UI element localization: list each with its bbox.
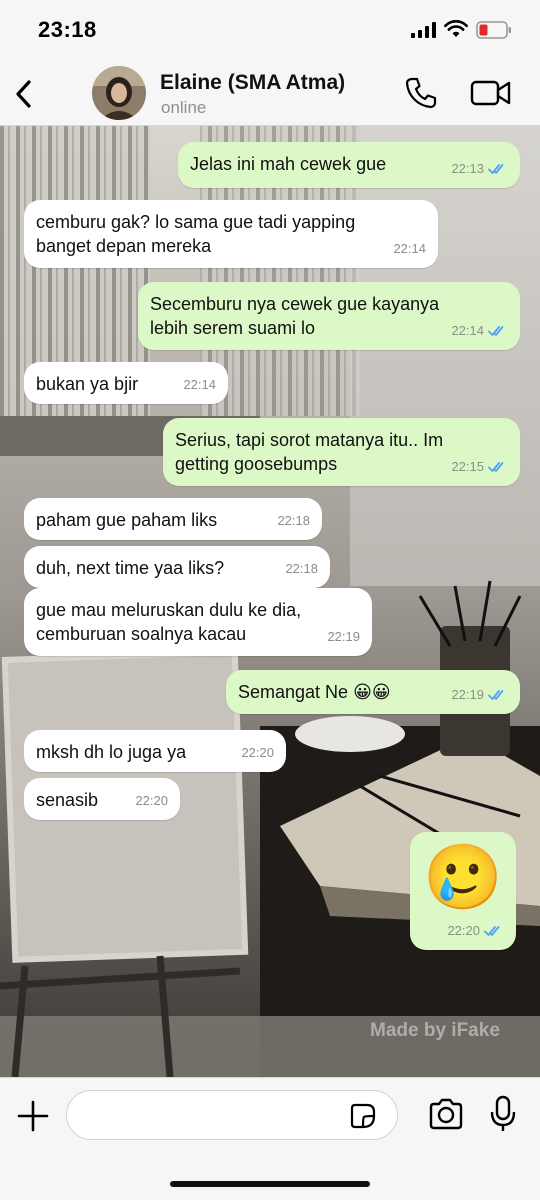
phone-icon[interactable] [404,76,438,110]
chat-area[interactable]: Jelas ini mah cewek gue 22:13 cemburu gak?… [0,126,540,1077]
chat-header: Elaine (SMA Atma) online [0,62,540,126]
emoji-message-text: 🥲 [423,841,503,913]
wifi-icon [444,20,468,37]
message-text: mksh dh lo juga ya [36,742,187,762]
message-meta: 22:18 [277,509,310,533]
message-text: duh, next time yaa liks? [36,558,225,578]
back-chevron-icon[interactable] [10,76,40,112]
message-time: 22:20 [241,745,274,760]
status-bar: 23:18 [0,0,540,62]
message-text: paham gue paham liks [36,510,218,530]
input-bar [0,1077,540,1200]
message-meta: 22:14 [451,319,508,343]
incoming-message[interactable]: mksh dh lo juga ya 22:20 [24,730,286,772]
message-time: 22:18 [285,561,318,576]
avatar[interactable] [92,66,146,120]
incoming-message[interactable]: paham gue paham liks 22:18 [24,498,322,540]
message-meta: 22:20 [135,789,168,813]
message-time: 22:19 [451,687,484,702]
message-time: 22:19 [327,629,360,644]
message-meta: 22:20 [241,741,274,765]
read-receipt-icon [488,164,504,174]
message-meta: 22:13 [451,157,508,181]
battery-icon [476,21,511,39]
contact-status: online [161,98,207,117]
message-time: 22:14 [183,377,216,392]
message-meta: 22:14 [183,373,216,397]
home-indicator [170,1181,370,1187]
signal-icon [411,22,436,38]
message-meta: 22:14 [393,237,426,261]
sticker-icon[interactable] [350,1103,376,1129]
incoming-message[interactable]: duh, next time yaa liks? 22:18 [24,546,330,588]
camera-icon[interactable] [428,1098,464,1130]
incoming-message[interactable]: gue mau meluruskan dulu ke dia, cemburua… [24,588,372,656]
read-receipt-icon [488,462,504,472]
message-time: 22:14 [451,323,484,338]
message-time: 22:20 [135,793,168,808]
message-meta: 22:19 [451,683,508,707]
incoming-message[interactable]: cemburu gak? lo sama gue tadi yapping ba… [24,200,438,268]
contact-name[interactable]: Elaine (SMA Atma) [160,71,345,95]
message-time: 22:14 [393,241,426,256]
message-input[interactable] [66,1090,398,1140]
message-time: 22:13 [451,161,484,176]
message-meta: 22:20 [447,919,504,943]
message-meta: 22:15 [451,455,508,479]
watermark: Made by iFake [370,1020,500,1041]
status-time: 23:18 [38,17,97,42]
incoming-message[interactable]: senasib 22:20 [24,778,180,820]
video-camera-icon[interactable] [470,78,512,108]
message-text: gue mau meluruskan dulu ke dia, cemburua… [36,600,302,644]
message-time: 22:15 [451,459,484,474]
read-receipt-icon [484,926,500,936]
incoming-message[interactable]: bukan ya bjir 22:14 [24,362,228,404]
outgoing-message[interactable]: Secemburu nya cewek gue kayanya lebih se… [138,282,520,350]
message-meta: 22:19 [327,625,360,649]
outgoing-message[interactable]: Semangat Ne 😀😀 22:19 [226,670,520,714]
message-text: cemburu gak? lo sama gue tadi yapping ba… [36,212,356,256]
plus-icon[interactable] [16,1099,50,1133]
message-time: 22:18 [277,513,310,528]
message-time: 22:20 [447,923,480,938]
outgoing-message[interactable]: Jelas ini mah cewek gue 22:13 [178,142,520,188]
outgoing-message[interactable]: 🥲 22:20 [410,832,516,950]
read-receipt-icon [488,326,504,336]
outgoing-message[interactable]: Serius, tapi sorot matanya itu.. Im gett… [163,418,520,486]
read-receipt-icon [488,690,504,700]
message-meta: 22:18 [285,557,318,581]
microphone-icon[interactable] [490,1095,516,1133]
